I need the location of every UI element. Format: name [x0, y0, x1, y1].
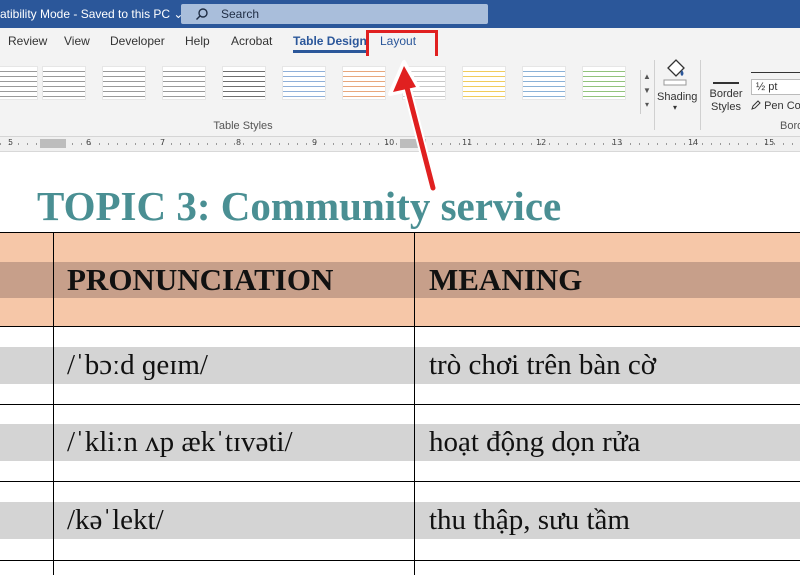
ruler-tick: 8 [236, 138, 242, 147]
table-border [0, 404, 800, 405]
pen-controls: ½ pt Pen Col [751, 60, 800, 112]
pen-color-button[interactable]: Pen Col [751, 100, 800, 112]
border-styles-label: Border Styles [709, 88, 743, 113]
table-styles-group-label: Table Styles [213, 120, 273, 132]
group-divider [700, 60, 701, 130]
table-border [0, 481, 800, 482]
table-header-band [0, 298, 800, 326]
pen-style-select[interactable] [751, 60, 800, 73]
table-style-thumbnail[interactable] [402, 66, 446, 100]
table-style-thumbnail[interactable] [102, 66, 146, 100]
table-style-thumbnail[interactable] [222, 66, 266, 100]
table-style-thumbnail[interactable] [342, 66, 386, 100]
column-header-pronunciation[interactable]: PRONUNCIATION [67, 262, 333, 298]
table-style-thumbnail[interactable] [582, 66, 626, 100]
ruler-tick: 5 [8, 138, 14, 147]
group-divider [654, 60, 655, 130]
topic-heading[interactable]: TOPIC 3: Community service [37, 182, 561, 230]
ruler-tick: 11 [462, 138, 473, 147]
border-styles-button[interactable]: Border Styles [707, 58, 745, 114]
table-border [53, 232, 54, 575]
chevron-down-icon: ▾ [672, 103, 677, 112]
tab-review[interactable]: Review [8, 34, 47, 48]
horizontal-ruler[interactable]: 5 6 7 8 9 10 11 12 13 14 15 [0, 137, 800, 152]
pen-color-label: Pen Col [764, 100, 800, 112]
table-cell-meaning[interactable]: trò chơi trên bàn cờ [429, 349, 656, 382]
border-line-icon [713, 58, 739, 84]
table-style-thumbnail[interactable] [0, 66, 38, 100]
search-box[interactable]: Search [181, 4, 488, 24]
gallery-down-icon[interactable]: ▼ [641, 84, 653, 98]
tab-help[interactable]: Help [185, 34, 210, 48]
table-style-thumbnail[interactable] [462, 66, 506, 100]
ruler-tick: 13 [612, 138, 623, 147]
ruler-tick: 12 [536, 138, 547, 147]
gallery-up-icon[interactable]: ▲ [641, 70, 653, 84]
gallery-more-icon[interactable]: ▾ [641, 98, 653, 112]
table-cell-pronunciation[interactable]: /ˈbɔːd ɡeɪm/ [67, 349, 208, 382]
shading-button[interactable]: Shading ▾ [657, 58, 698, 112]
table-cell-pronunciation[interactable]: /ˈkliːn ʌp ækˈtɪvəti/ [67, 426, 293, 459]
table-cell-meaning[interactable]: hoạt động dọn rửa [429, 426, 640, 459]
table-border [0, 560, 800, 561]
ruler-column-marker[interactable] [40, 139, 66, 148]
ruler-tick: 6 [86, 138, 92, 147]
table-style-thumbnail[interactable] [42, 66, 86, 100]
table-header-band [0, 232, 800, 262]
ruler-tick: 7 [160, 138, 166, 147]
pen-weight-select[interactable]: ½ pt [751, 79, 800, 95]
tab-table-design[interactable]: Table Design [293, 34, 367, 53]
tab-view[interactable]: View [64, 34, 90, 48]
search-placeholder: Search [221, 7, 260, 21]
gallery-scroll[interactable]: ▲ ▼ ▾ [640, 70, 653, 114]
document-title: atibility Mode - Saved to this PC ⌄ [0, 7, 184, 21]
tab-developer[interactable]: Developer [110, 34, 165, 48]
paint-bucket-icon [663, 59, 687, 86]
table-cell-meaning[interactable]: thu thập, sưu tầm [429, 504, 630, 537]
search-icon [196, 8, 208, 20]
tab-acrobat[interactable]: Acrobat [231, 34, 272, 48]
ribbon-panel: ▲ ▼ ▾ Table Styles Shading ▾ Border Styl… [0, 56, 800, 137]
table-border [0, 326, 800, 327]
table-style-thumbnail[interactable] [282, 66, 326, 100]
table-cell-pronunciation[interactable]: /kəˈlekt/ [67, 504, 164, 537]
table-border [414, 232, 415, 575]
ruler-tick: 15 [764, 138, 775, 147]
table-style-thumbnail[interactable] [522, 66, 566, 100]
table-style-thumbnail[interactable] [162, 66, 206, 100]
pen-icon [751, 100, 761, 110]
ruler-tick: 14 [688, 138, 699, 147]
title-bar: atibility Mode - Saved to this PC ⌄ Sear… [0, 0, 800, 28]
column-header-meaning[interactable]: MEANING [429, 262, 582, 298]
shading-label: Shading [657, 91, 698, 103]
table-border [0, 232, 800, 233]
ruler-column-marker[interactable] [400, 139, 426, 148]
ruler-tick: 10 [384, 138, 395, 147]
borders-group-label: Bord [780, 120, 800, 132]
ruler-tick: 9 [312, 138, 318, 147]
